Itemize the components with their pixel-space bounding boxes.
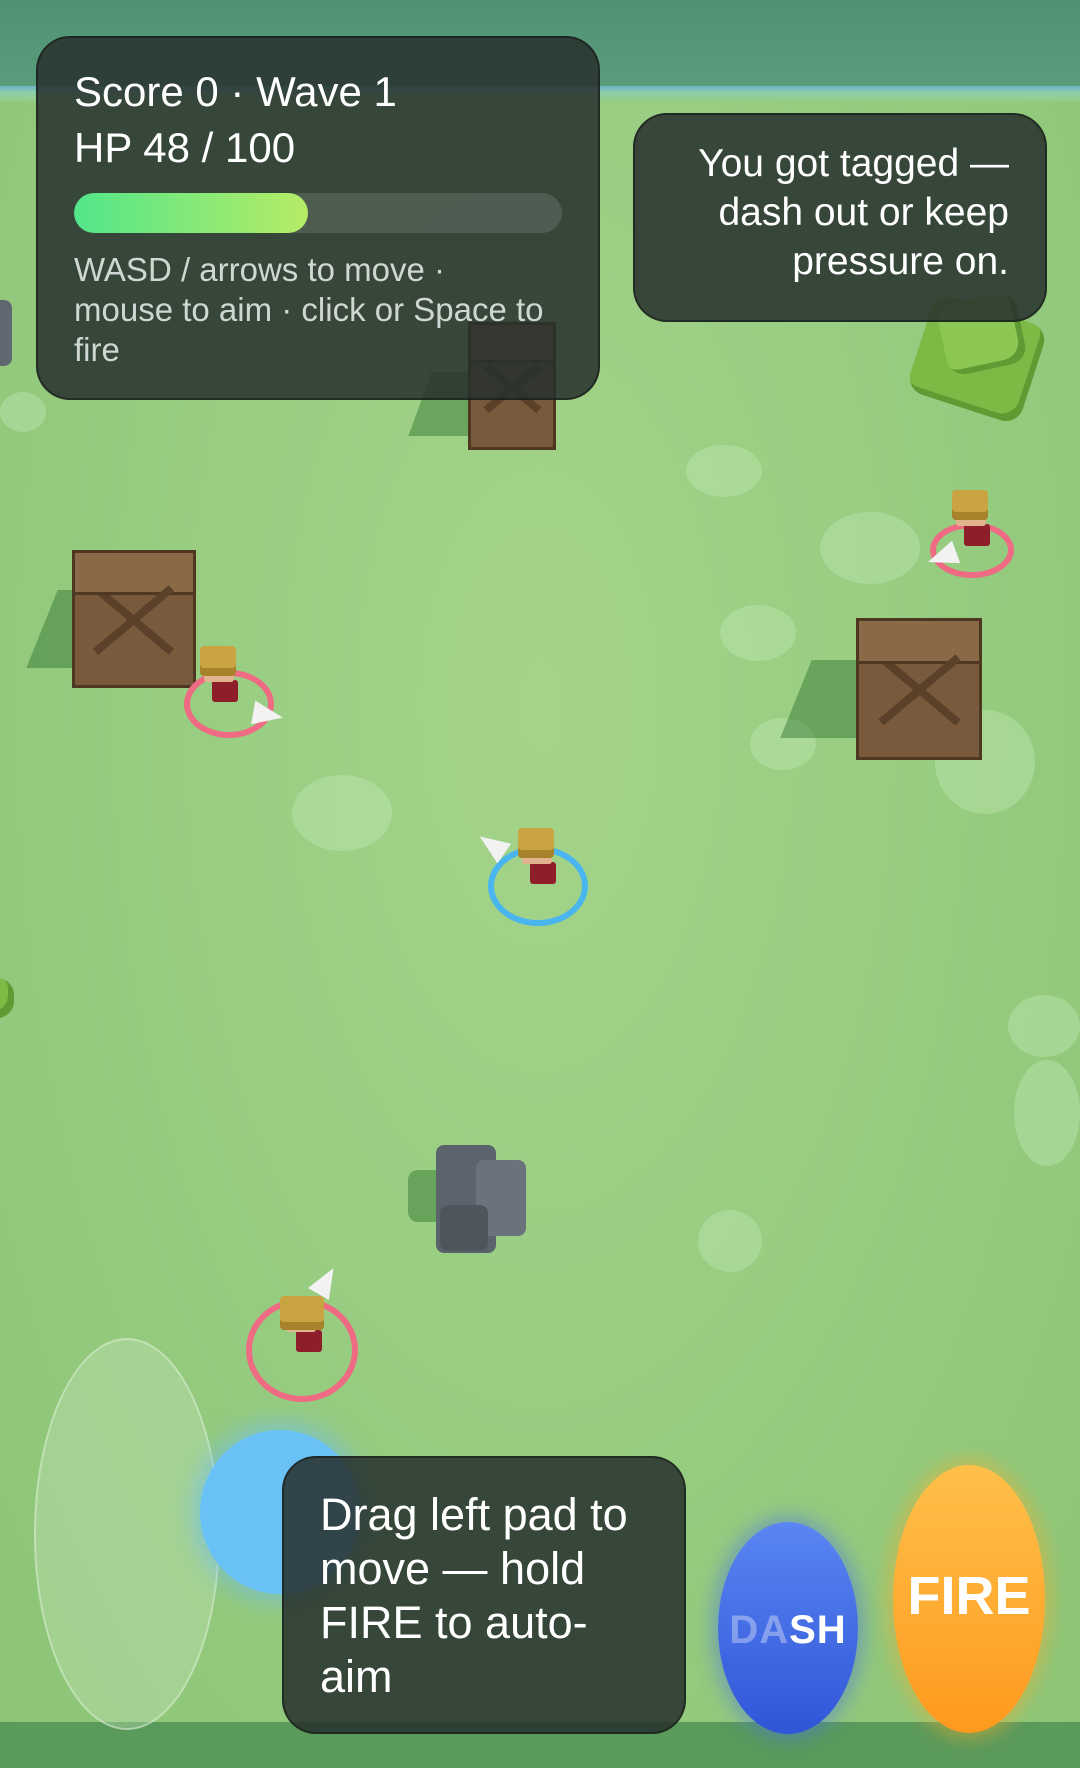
touch-tip: Drag left pad to move — hold FIRE to aut… bbox=[282, 1456, 686, 1734]
crate bbox=[72, 550, 196, 688]
rock bbox=[440, 1205, 488, 1251]
dash-button-label: DASH bbox=[729, 1608, 847, 1652]
ground-patch bbox=[686, 445, 762, 497]
hp-readout: HP 48 / 100 bbox=[74, 124, 296, 171]
fire-button-label: FIRE bbox=[907, 1566, 1031, 1626]
ground-patch bbox=[698, 1210, 762, 1272]
ground-patch bbox=[0, 392, 46, 432]
hp-bar bbox=[74, 193, 562, 233]
enemy-aim-cone bbox=[251, 700, 285, 730]
ground-patch bbox=[1014, 1060, 1080, 1166]
rock bbox=[0, 300, 12, 366]
ground-patch bbox=[720, 605, 796, 661]
joystick-pad[interactable] bbox=[34, 1338, 220, 1730]
ground-patch bbox=[1008, 995, 1080, 1057]
controls-hint: WASD / arrows to move · mouse to aim · c… bbox=[74, 251, 544, 368]
touch-tip-text: Drag left pad to move — hold FIRE to aut… bbox=[320, 1489, 628, 1702]
fire-button[interactable]: FIRE bbox=[893, 1465, 1045, 1733]
score-wave-readout: Score 0 · Wave 1 bbox=[74, 68, 397, 115]
ground-patch bbox=[292, 775, 392, 851]
tagged-notice-text: You got tagged — dash out or keep pressu… bbox=[698, 142, 1009, 283]
dash-button[interactable]: DASH bbox=[718, 1522, 858, 1734]
hp-bar-fill bbox=[74, 193, 309, 233]
tagged-notice: You got tagged — dash out or keep pressu… bbox=[633, 113, 1047, 322]
hud-panel: Score 0 · Wave 1 HP 48 / 100 WASD / arro… bbox=[36, 36, 600, 400]
ground-patch bbox=[820, 512, 920, 584]
crate bbox=[856, 618, 982, 760]
